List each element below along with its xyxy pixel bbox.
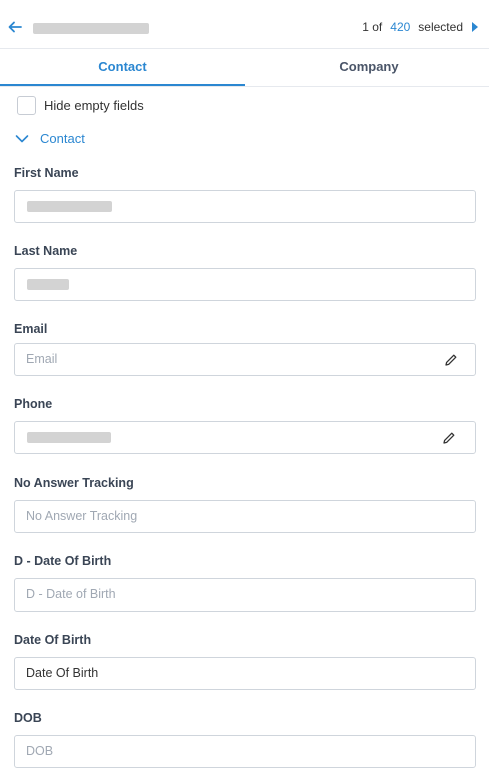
phone-label: Phone: [14, 397, 53, 411]
chevron-down-icon: [15, 134, 29, 142]
email-placeholder: Email: [26, 352, 58, 366]
pencil-icon[interactable]: [442, 431, 456, 445]
first-name-label: First Name: [14, 166, 79, 180]
date-of-birth-value: Date Of Birth: [26, 666, 99, 680]
pager-count[interactable]: 420: [390, 20, 410, 34]
hide-empty-label: Hide empty fields: [44, 98, 144, 113]
pager-prefix: 1 of: [362, 20, 383, 34]
d-date-of-birth-input[interactable]: D - Date of Birth: [14, 578, 476, 612]
phone-input[interactable]: [14, 421, 476, 454]
section-contact-toggle[interactable]: Contact: [15, 131, 85, 146]
record-header: 1 of 420 selected: [0, 0, 489, 49]
last-name-value-redacted: [27, 279, 69, 290]
last-name-label: Last Name: [14, 244, 78, 258]
tab-company[interactable]: Company: [249, 48, 489, 85]
record-name-redacted: [33, 23, 149, 34]
hide-empty-row: Hide empty fields: [17, 96, 144, 115]
tab-contact[interactable]: Contact: [0, 48, 245, 86]
caret-right-icon[interactable]: [471, 22, 479, 32]
email-label: Email: [14, 322, 48, 336]
dob-placeholder: DOB: [26, 744, 54, 758]
tab-bar: Contact Company: [0, 48, 489, 87]
no-answer-tracking-input[interactable]: No Answer Tracking: [14, 500, 476, 533]
dob-label: DOB: [14, 711, 42, 725]
no-answer-tracking-label: No Answer Tracking: [14, 476, 134, 490]
hide-empty-checkbox[interactable]: [17, 96, 36, 115]
d-date-of-birth-label: D - Date Of Birth: [14, 554, 112, 568]
dob-input[interactable]: DOB: [14, 735, 476, 768]
date-of-birth-input[interactable]: Date Of Birth: [14, 657, 476, 690]
first-name-value-redacted: [27, 201, 112, 212]
no-answer-tracking-placeholder: No Answer Tracking: [26, 509, 138, 523]
phone-value-redacted: [27, 432, 111, 443]
section-contact-label: Contact: [40, 131, 85, 146]
email-input[interactable]: Email: [14, 343, 476, 376]
pencil-icon[interactable]: [444, 353, 458, 367]
d-date-of-birth-placeholder: D - Date of Birth: [26, 587, 116, 601]
arrow-left-icon[interactable]: [6, 18, 24, 36]
pager-suffix: selected: [418, 20, 463, 34]
first-name-input[interactable]: [14, 190, 476, 223]
date-of-birth-label: Date Of Birth: [14, 633, 92, 647]
record-pager: 1 of 420 selected: [362, 20, 479, 34]
last-name-input[interactable]: [14, 268, 476, 301]
